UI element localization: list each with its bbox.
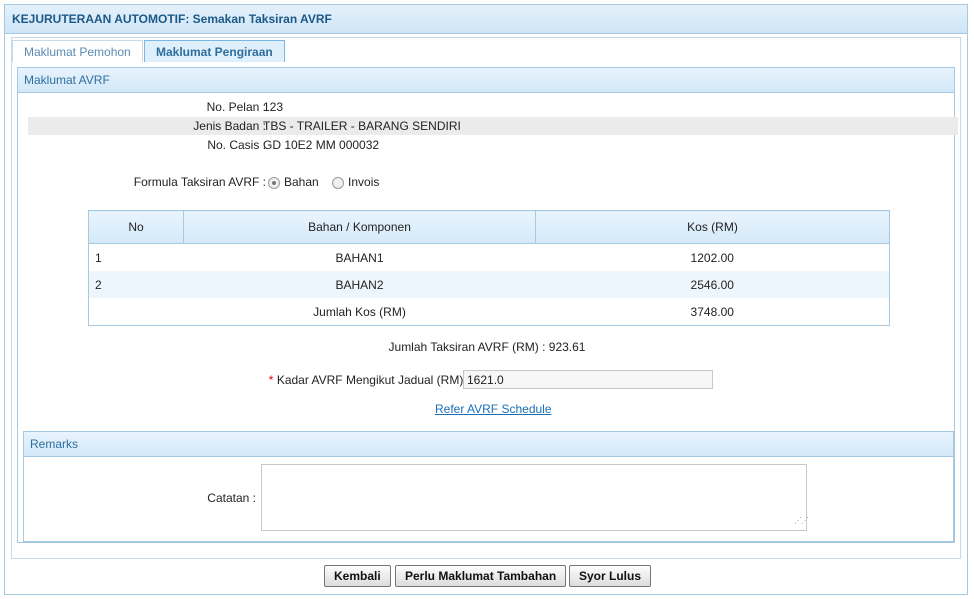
field-no-pelan: No. Pelan : 123 bbox=[28, 98, 958, 116]
total-value: 3748.00 bbox=[690, 304, 734, 319]
avrf-section-title: Maklumat AVRF bbox=[18, 68, 954, 93]
rate-label: Kadar AVRF Mengikut Jadual (RM) : bbox=[276, 373, 470, 387]
row-cost: 2546.00 bbox=[535, 271, 890, 298]
approve-button[interactable]: Syor Lulus bbox=[569, 565, 652, 587]
radio-label-invois: Invois bbox=[348, 175, 380, 189]
rate-row: * Kadar AVRF Mengikut Jadual (RM) : bbox=[18, 373, 470, 387]
row-no: 1 bbox=[95, 250, 102, 265]
radio-label-bahan: Bahan bbox=[284, 175, 319, 189]
resize-grip-icon[interactable]: ⋰⋰ bbox=[794, 516, 809, 525]
row-item: BAHAN1 bbox=[335, 250, 384, 265]
more-info-button[interactable]: Perlu Maklumat Tambahan bbox=[395, 565, 567, 587]
remarks-textarea[interactable] bbox=[261, 464, 807, 531]
formula-label: Formula Taksiran AVRF : bbox=[133, 175, 266, 189]
table-row: 2 BAHAN2 2546.00 bbox=[88, 271, 890, 298]
formula-options: Bahan Invois bbox=[268, 173, 379, 191]
main-panel: KEJURUTERAAN AUTOMOTIF: Semakan Taksiran… bbox=[4, 4, 968, 595]
total-label: Jumlah Kos (RM) bbox=[313, 304, 406, 319]
assessment-total: Jumlah Taksiran AVRF (RM) : 923.61 bbox=[388, 340, 586, 354]
col-header-no[interactable]: No bbox=[88, 210, 184, 244]
field-label: Jenis Badan : bbox=[193, 119, 266, 133]
radio-bahan[interactable]: Bahan bbox=[268, 175, 322, 189]
table-total-row: Jumlah Kos (RM) 3748.00 bbox=[89, 298, 890, 326]
remarks-title: Remarks bbox=[24, 432, 953, 457]
field-value: GD 10E2 MM 000032 bbox=[263, 138, 380, 152]
required-mark: * bbox=[268, 373, 274, 387]
tabs-container: Maklumat Pemohon Maklumat Pengiraan Makl… bbox=[11, 37, 961, 559]
radio-unchecked-icon[interactable] bbox=[332, 176, 345, 189]
tab-bar: Maklumat Pemohon Maklumat Pengiraan bbox=[12, 38, 960, 62]
radio-invois[interactable]: Invois bbox=[332, 175, 379, 189]
table-row: 1 BAHAN1 1202.00 bbox=[89, 244, 890, 272]
field-jenis-badan: Jenis Badan : TBS - TRAILER - BARANG SEN… bbox=[28, 117, 958, 135]
field-label: No. Pelan : bbox=[206, 100, 266, 114]
col-header-item[interactable]: Bahan / Komponen bbox=[183, 210, 536, 244]
rate-input[interactable] bbox=[463, 370, 713, 389]
cost-table: No Bahan / Komponen Kos (RM) 1 BAHAN1 12… bbox=[88, 210, 890, 326]
remarks-section: Remarks Catatan : ⋰⋰ bbox=[23, 431, 954, 542]
refer-avrf-schedule-link[interactable]: Refer AVRF Schedule bbox=[435, 402, 552, 416]
field-value: TBS - TRAILER - BARANG SENDIRI bbox=[263, 119, 461, 133]
tab-maklumat-pengiraan[interactable]: Maklumat Pengiraan bbox=[144, 40, 285, 62]
radio-checked-icon[interactable] bbox=[268, 176, 280, 189]
col-header-cost[interactable]: Kos (RM) bbox=[535, 210, 890, 244]
row-cost: 1202.00 bbox=[690, 250, 734, 265]
field-label: No. Casis : bbox=[207, 138, 266, 152]
formula-row: Formula Taksiran AVRF : Bahan Invois bbox=[28, 173, 958, 191]
back-button[interactable]: Kembali bbox=[324, 565, 391, 587]
field-no-casis: No. Casis : GD 10E2 MM 000032 bbox=[28, 136, 958, 154]
row-item: BAHAN2 bbox=[183, 271, 536, 298]
field-value: 123 bbox=[263, 100, 284, 114]
avrf-section: Maklumat AVRF No. Pelan : 123 Jenis Bada… bbox=[17, 67, 958, 543]
row-no: 2 bbox=[88, 271, 184, 298]
tab-maklumat-pemohon[interactable]: Maklumat Pemohon bbox=[12, 40, 143, 62]
page-title: KEJURUTERAAN AUTOMOTIF: Semakan Taksiran… bbox=[5, 5, 967, 34]
remarks-label: Catatan : bbox=[207, 491, 256, 505]
